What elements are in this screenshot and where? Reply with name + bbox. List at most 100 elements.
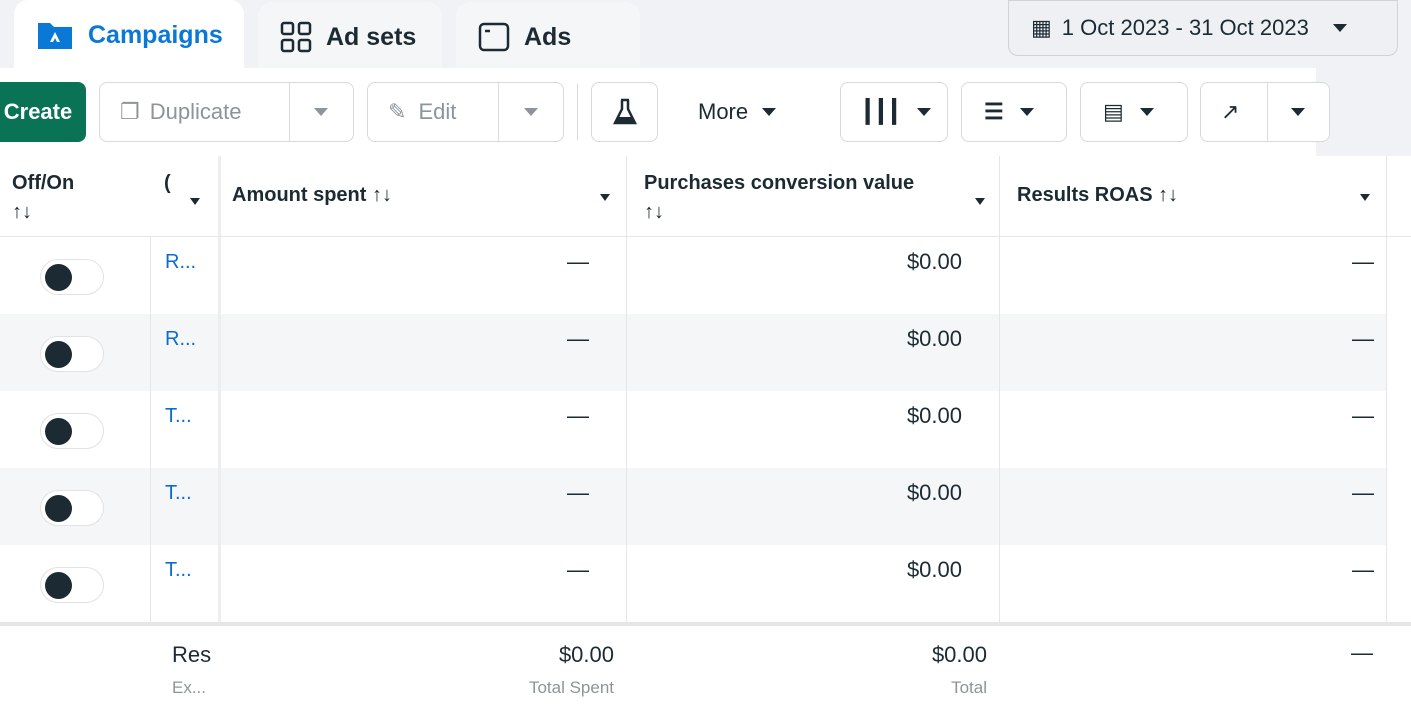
tab-ads[interactable]: Ads	[456, 2, 640, 72]
create-button[interactable]: Create	[0, 82, 86, 142]
amount-spent-cell: —	[567, 249, 589, 274]
results-roas-cell: —	[1352, 557, 1374, 582]
purchases-value-cell: $0.00	[906, 403, 962, 428]
header-amount-spent[interactable]: Amount spent ↑↓	[218, 156, 626, 237]
results-roas-cell: —	[1352, 249, 1374, 274]
tab-label: Ads	[524, 22, 572, 51]
table-row: R... — $0.00 —	[0, 314, 1386, 391]
sort-icon[interactable]: ↑↓	[12, 201, 136, 224]
results-roas-cell: —	[1352, 326, 1374, 351]
more-button[interactable]: More	[680, 82, 810, 142]
duplicate-label: Duplicate	[149, 99, 242, 124]
purchases-value-cell: $0.00	[906, 326, 962, 351]
export-button[interactable]: ↗	[1200, 82, 1330, 142]
campaign-name-link[interactable]: T...	[165, 559, 192, 582]
pencil-icon: ✎	[388, 99, 407, 124]
header-name[interactable]: (	[150, 156, 218, 237]
edit-button[interactable]: ✎ Edit	[367, 82, 564, 142]
header-label: Purchases conversion value	[644, 172, 915, 194]
breakdown-icon: ☰	[984, 99, 1004, 124]
amount-spent-cell: —	[567, 403, 589, 428]
amount-spent-cell: —	[567, 557, 589, 582]
duplicate-dropdown[interactable]	[314, 108, 328, 116]
on-off-toggle[interactable]	[40, 413, 104, 449]
campaign-name-link[interactable]: T...	[165, 482, 192, 505]
campaign-name-link[interactable]: T...	[165, 405, 192, 428]
column-menu-icon[interactable]	[600, 194, 610, 201]
summary-amount-label: Total Spent	[528, 678, 614, 697]
chevron-down-icon	[916, 108, 931, 116]
reports-icon: ▤	[1103, 99, 1124, 124]
header-next	[1386, 156, 1411, 237]
duplicate-icon: ❐	[120, 99, 140, 124]
header-results-roas[interactable]: Results ROAS ↑↓	[999, 156, 1386, 237]
header-purchases-value[interactable]: Purchases conversion value ↑↓	[626, 156, 999, 237]
ad-sets-grid-icon	[280, 21, 312, 53]
edit-label: Edit	[418, 99, 457, 124]
amount-spent-cell: —	[567, 480, 589, 505]
on-off-toggle[interactable]	[40, 567, 104, 603]
header-label: (	[164, 172, 171, 194]
campaign-name-link[interactable]: R...	[165, 328, 196, 351]
test-button[interactable]	[591, 82, 658, 142]
campaigns-table: R... — $0.00 — R... — $0.00 — T... — $0.…	[0, 156, 1411, 716]
summary-name: Res	[172, 642, 212, 667]
export-icon: ↗	[1221, 99, 1240, 124]
sort-icon[interactable]: ↑↓	[644, 201, 985, 224]
summary-purchases: $0.00	[931, 642, 987, 667]
flask-icon	[612, 98, 637, 125]
date-range-label: 1 Oct 2023 - 31 Oct 2023	[1061, 15, 1309, 40]
table-row: T... — $0.00 —	[0, 391, 1386, 468]
columns-icon: ┃┃┃	[861, 99, 901, 124]
tab-label: Ad sets	[326, 22, 417, 51]
header-off-on[interactable]: Off/On ↑↓	[0, 156, 150, 237]
tab-campaigns[interactable]: Campaigns	[14, 0, 244, 70]
campaign-name-link[interactable]: R...	[165, 251, 196, 274]
header-label: Results ROAS	[1017, 184, 1153, 206]
amount-spent-cell: —	[567, 326, 589, 351]
on-off-toggle[interactable]	[40, 259, 104, 295]
chevron-down-icon	[1139, 108, 1154, 116]
breakdown-button[interactable]: ☰	[961, 82, 1067, 142]
calendar-icon: ▦	[1031, 15, 1052, 40]
duplicate-button[interactable]: ❐ Duplicate	[99, 82, 354, 142]
summary-row: Res Ex... $0.00 Total Spent $0.00 Total …	[0, 622, 1411, 716]
chevron-down-icon	[762, 108, 777, 116]
table-row: T... — $0.00 —	[0, 468, 1386, 545]
on-off-toggle[interactable]	[40, 490, 104, 526]
column-menu-icon[interactable]	[1360, 194, 1370, 201]
column-menu-icon[interactable]	[975, 198, 985, 205]
on-off-toggle[interactable]	[40, 336, 104, 372]
header-label: Off/On	[12, 172, 75, 194]
export-dropdown[interactable]	[1291, 108, 1305, 116]
sort-dropdown-icon[interactable]	[190, 198, 200, 205]
purchases-value-cell: $0.00	[906, 480, 962, 505]
sort-icon[interactable]: ↑↓	[1158, 184, 1178, 206]
tab-ad-sets[interactable]: Ad sets	[258, 2, 442, 72]
ads-window-icon	[478, 22, 510, 52]
toolbar: Create ❐ Duplicate ✎ Edit More ┃┃┃ ☰ ▤ ↗	[0, 68, 1330, 156]
more-label: More	[698, 99, 749, 124]
purchases-value-cell: $0.00	[906, 557, 962, 582]
table-row: R... — $0.00 —	[0, 237, 1386, 314]
date-range-picker[interactable]: ▦ 1 Oct 2023 - 31 Oct 2023	[1008, 0, 1398, 56]
columns-button[interactable]: ┃┃┃	[840, 82, 948, 142]
summary-roas: —	[1351, 640, 1373, 665]
chevron-down-icon	[1332, 24, 1347, 32]
summary-purchases-label: Total	[951, 678, 987, 697]
reports-button[interactable]: ▤	[1080, 82, 1188, 142]
tab-label: Campaigns	[88, 20, 223, 49]
chevron-down-icon	[1019, 108, 1034, 116]
purchases-value-cell: $0.00	[906, 249, 962, 274]
summary-amount: $0.00	[558, 642, 614, 667]
summary-name-sub: Ex...	[172, 678, 207, 697]
edit-dropdown[interactable]	[524, 108, 538, 116]
sort-icon[interactable]: ↑↓	[372, 184, 392, 206]
results-roas-cell: —	[1352, 403, 1374, 428]
create-label: Create	[3, 99, 73, 124]
campaign-folder-icon	[38, 23, 72, 49]
header-label: Amount spent	[232, 184, 367, 206]
results-roas-cell: —	[1352, 480, 1374, 505]
table-row: T... — $0.00 —	[0, 545, 1386, 622]
divider	[577, 84, 578, 140]
